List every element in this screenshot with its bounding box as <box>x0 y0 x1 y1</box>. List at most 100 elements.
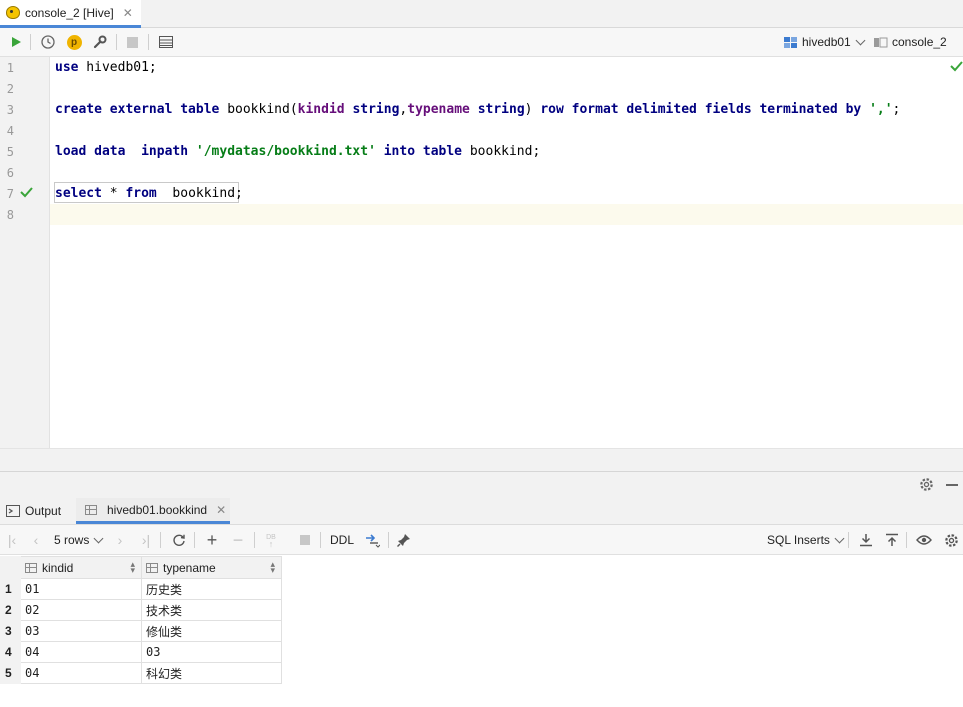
chevron-down-icon <box>855 35 866 45</box>
line-number: 4 <box>6 124 14 138</box>
run-icon[interactable] <box>8 34 24 50</box>
cell-kindid[interactable]: 03 <box>20 620 142 642</box>
current-line-highlight <box>50 204 963 225</box>
code-line-7: select * from bookkind; <box>55 186 243 201</box>
tab-output[interactable]: Output <box>6 498 67 524</box>
result-grid: kindid ▴ ▾ typename ▴ ▾ 1 01 历史类 2 02 技术类 3 03 修仙类… <box>0 556 282 684</box>
table-row[interactable]: 5 04 科幻类 <box>0 662 282 684</box>
close-icon[interactable]: ✕ <box>123 6 133 20</box>
cell-typename[interactable]: 03 <box>141 641 282 663</box>
profile-icon[interactable]: p <box>66 34 82 50</box>
row-number: 1 <box>0 578 21 600</box>
compare-icon[interactable] <box>364 532 380 548</box>
console-icon <box>874 37 888 47</box>
tab-result-label: hivedb01.bookkind <box>107 502 208 517</box>
profile-badge: p <box>66 34 82 50</box>
gear-icon[interactable] <box>919 477 934 495</box>
chevron-down-icon <box>93 533 104 543</box>
table-row[interactable]: 4 04 03 <box>0 641 282 663</box>
line-number: 8 <box>6 208 14 222</box>
first-page-icon[interactable]: |‹ <box>4 532 20 548</box>
close-icon[interactable]: ✕ <box>216 503 226 517</box>
table-view-icon[interactable] <box>158 34 174 50</box>
column-header-label: kindid <box>42 560 74 575</box>
column-header-typename[interactable]: typename ▴ ▾ <box>141 556 282 579</box>
cell-kindid[interactable]: 04 <box>20 641 142 663</box>
eye-icon[interactable] <box>916 532 932 548</box>
tab-console-2[interactable]: console_2 [Hive] ✕ <box>0 0 141 28</box>
toolbar-separator <box>30 34 31 50</box>
code-line-3: create external table bookkind(kindid st… <box>55 102 901 117</box>
toolbar-separator <box>148 34 149 50</box>
cancel-stop-icon[interactable] <box>297 532 313 548</box>
toolbar-separator <box>320 532 321 548</box>
add-row-icon[interactable]: + <box>204 530 220 550</box>
row-number-header <box>0 556 21 579</box>
editor-scrollbar-area[interactable] <box>0 448 963 471</box>
tab-title: console_2 [Hive] <box>25 5 114 20</box>
submit-db-icon[interactable]: DB ↑ <box>263 532 279 549</box>
last-page-icon[interactable]: ›| <box>138 532 154 548</box>
line-number: 2 <box>6 82 14 96</box>
cell-typename[interactable]: 技术类 <box>141 599 282 621</box>
row-number: 2 <box>0 599 21 621</box>
executed-check-icon <box>20 186 33 201</box>
tab-result-table[interactable]: hivedb01.bookkind ✕ <box>76 498 230 524</box>
datasource-selector[interactable]: hivedb01 <box>784 34 866 50</box>
column-header-label: typename <box>163 560 216 575</box>
cell-typename[interactable]: 历史类 <box>141 578 282 600</box>
line-number: 5 <box>6 145 14 159</box>
chevron-down-icon <box>834 533 845 543</box>
cell-typename[interactable]: 修仙类 <box>141 620 282 642</box>
toolbar-separator <box>906 532 907 548</box>
table-row[interactable]: 3 03 修仙类 <box>0 620 282 642</box>
cell-typename[interactable]: 科幻类 <box>141 662 282 684</box>
table-row[interactable]: 2 02 技术类 <box>0 599 282 621</box>
cell-kindid[interactable]: 01 <box>20 578 142 600</box>
column-header-kindid[interactable]: kindid ▴ ▾ <box>20 556 142 579</box>
minimize-icon[interactable] <box>946 484 958 486</box>
history-icon[interactable] <box>40 34 56 50</box>
toolbar-separator <box>848 532 849 548</box>
line-number: 1 <box>6 61 14 75</box>
line-number: 3 <box>6 103 14 117</box>
toolbar-separator <box>254 532 255 548</box>
table-row[interactable]: 1 01 历史类 <box>0 578 282 600</box>
toolbar-separator <box>194 532 195 548</box>
datasource-label: hivedb01 <box>802 35 851 49</box>
previous-page-icon[interactable]: ‹ <box>28 532 44 548</box>
settings-icon[interactable] <box>943 532 959 548</box>
toolbar-separator <box>116 34 117 50</box>
datasource-icon <box>784 36 797 48</box>
cell-kindid[interactable]: 04 <box>20 662 142 684</box>
download-icon[interactable] <box>858 532 874 548</box>
session-label: console_2 <box>892 35 947 49</box>
editor-tab-bar <box>0 0 963 28</box>
table-icon <box>85 504 97 515</box>
line-number: 7 <box>6 187 14 201</box>
row-number: 4 <box>0 641 21 663</box>
session-selector[interactable]: console_2 <box>874 34 947 50</box>
toolbar-separator <box>388 532 389 548</box>
stop-icon[interactable] <box>124 34 140 50</box>
export-format-label: SQL Inserts <box>767 533 830 547</box>
export-format-selector[interactable]: SQL Inserts <box>767 532 845 548</box>
column-icon <box>146 562 158 573</box>
row-count-label: 5 rows <box>54 533 90 547</box>
ddl-button[interactable]: DDL <box>330 532 354 548</box>
upload-icon[interactable] <box>884 532 900 548</box>
hive-icon <box>6 6 20 19</box>
pin-icon[interactable] <box>396 532 412 548</box>
tab-output-label: Output <box>25 504 62 518</box>
wrench-icon[interactable] <box>92 34 108 50</box>
sort-icon[interactable]: ▴ ▾ <box>270 560 275 575</box>
inspection-ok-icon[interactable] <box>950 60 963 75</box>
refresh-icon[interactable] <box>171 532 187 548</box>
sort-icon[interactable]: ▴ ▾ <box>130 560 135 575</box>
row-number: 5 <box>0 662 21 684</box>
next-page-icon[interactable]: › <box>112 532 128 548</box>
delete-row-icon[interactable]: − <box>230 530 246 550</box>
cell-kindid[interactable]: 02 <box>20 599 142 621</box>
page-size-selector[interactable]: 5 rows <box>54 532 104 548</box>
services-panel-header <box>0 471 963 499</box>
